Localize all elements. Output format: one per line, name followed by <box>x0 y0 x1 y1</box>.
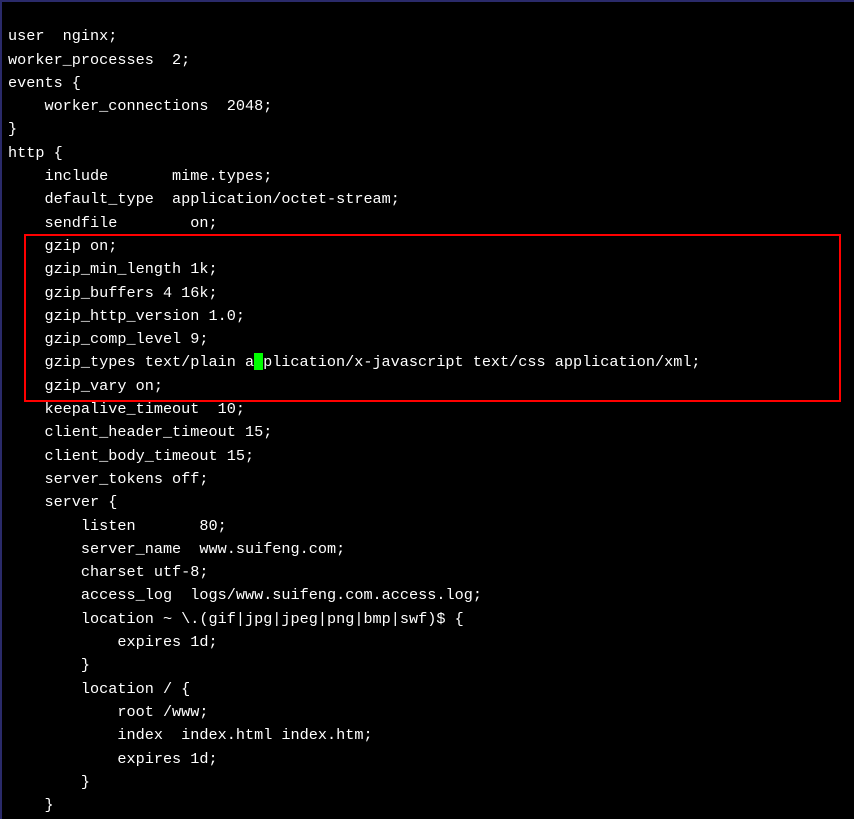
config-line: default_type application/octet-stream; <box>8 190 400 208</box>
config-line: gzip on; <box>8 237 117 255</box>
config-line-cursor: gzip_types text/plain a plication/x-javas… <box>8 353 701 371</box>
config-line: client_header_timeout 15; <box>8 423 272 441</box>
config-line: gzip_buffers 4 16k; <box>8 284 218 302</box>
config-line: index index.html index.htm; <box>8 726 373 744</box>
config-line: expires 1d; <box>8 750 218 768</box>
text-before-cursor: gzip_types text/plain a <box>8 353 254 371</box>
config-line: location / { <box>8 680 190 698</box>
config-line: } <box>8 656 90 674</box>
config-line: server_tokens off; <box>8 470 209 488</box>
config-line: expires 1d; <box>8 633 218 651</box>
config-line: keepalive_timeout 10; <box>8 400 245 418</box>
config-line: include mime.types; <box>8 167 272 185</box>
config-line: access_log logs/www.suifeng.com.access.l… <box>8 586 482 604</box>
config-line: } <box>8 120 17 138</box>
config-line: gzip_min_length 1k; <box>8 260 218 278</box>
terminal-window[interactable]: user nginx; worker_processes 2; events {… <box>0 0 854 819</box>
config-line: } <box>8 796 54 814</box>
config-line: client_body_timeout 15; <box>8 447 254 465</box>
config-line: root /www; <box>8 703 209 721</box>
config-line: charset utf-8; <box>8 563 209 581</box>
config-line: worker_connections 2048; <box>8 97 272 115</box>
config-line: listen 80; <box>8 517 227 535</box>
config-line: gzip_comp_level 9; <box>8 330 209 348</box>
config-line: worker_processes 2; <box>8 51 190 69</box>
config-line: http { <box>8 144 63 162</box>
config-line: server { <box>8 493 117 511</box>
config-line: server_name www.suifeng.com; <box>8 540 345 558</box>
config-line: sendfile on; <box>8 214 218 232</box>
config-line: gzip_vary on; <box>8 377 163 395</box>
config-line: location ~ \.(gif|jpg|jpeg|png|bmp|swf)$… <box>8 610 464 628</box>
config-line: } <box>8 773 90 791</box>
config-line: gzip_http_version 1.0; <box>8 307 245 325</box>
config-line: events { <box>8 74 81 92</box>
config-line: user nginx; <box>8 27 117 45</box>
terminal-cursor <box>254 353 263 370</box>
text-after-cursor: plication/x-javascript text/css applicat… <box>263 353 700 371</box>
